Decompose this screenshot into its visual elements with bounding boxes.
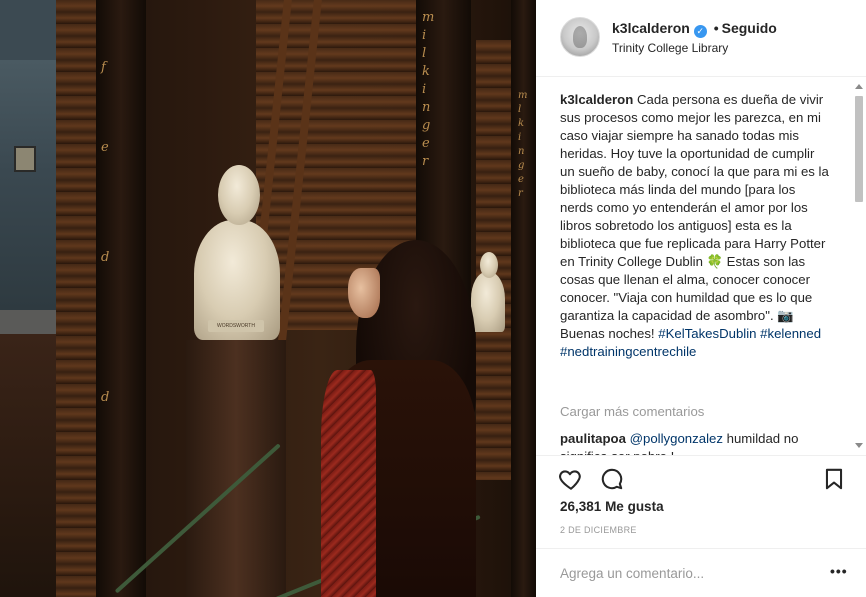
bookmark-icon[interactable] — [821, 466, 847, 492]
post-photo[interactable]: f e d d m i l k i n g e r m l k i n g e … — [56, 0, 536, 597]
post-caption: k3lcalderon Cada persona es dueña de viv… — [560, 91, 830, 361]
spine-letter: l — [518, 104, 522, 115]
previous-post-backdrop — [0, 0, 56, 597]
spine-letter: g — [518, 160, 525, 171]
person-face — [348, 268, 380, 318]
header-user-row: k3lcalderon ✓ • Seguido — [612, 20, 777, 38]
post-header: k3lcalderon ✓ • Seguido Trinity College Li… — [536, 0, 866, 77]
heart-icon[interactable] — [558, 466, 584, 492]
marble-bust-distant — [471, 272, 505, 332]
spine-letter: d — [101, 250, 110, 265]
comment-mention[interactable]: @pollygonzalez — [630, 431, 723, 446]
spine-letter: e — [422, 136, 430, 151]
spine-letter: m — [422, 10, 435, 25]
comments-section: k3lcalderon Cada persona es dueña de viv… — [536, 77, 866, 455]
hashtag[interactable]: #KelTakesDublin — [658, 326, 756, 341]
caption-text: Cada persona es dueña de vivir sus proce… — [560, 92, 829, 341]
comment-icon[interactable] — [599, 466, 625, 492]
spine-letter: i — [422, 28, 427, 43]
likes-label: Me gusta — [605, 499, 664, 514]
comment-username[interactable]: paulitapoa — [560, 431, 626, 446]
bust-plaque: WORDSWORTH — [208, 320, 264, 332]
bust-pedestal — [186, 340, 286, 597]
spine-letter: f — [101, 60, 106, 75]
spine-letter: d — [101, 390, 110, 405]
spine-letter: e — [518, 174, 524, 185]
spine-letter: l — [422, 46, 427, 61]
spine-letter: i — [518, 132, 522, 143]
person-scarf — [321, 370, 376, 597]
spine-letter: r — [422, 154, 429, 169]
marble-bust-distant-head — [480, 252, 498, 278]
likes-count[interactable]: 26,381 Me gusta — [560, 499, 664, 514]
spine-letter: k — [518, 118, 525, 129]
location-link[interactable]: Trinity College Library — [612, 41, 728, 55]
add-comment-bar: ••• — [536, 548, 866, 597]
caption-username[interactable]: k3lcalderon — [560, 92, 633, 107]
comment-input[interactable] — [560, 563, 810, 583]
scrollbar-thumb[interactable] — [855, 96, 863, 202]
verified-badge-icon: ✓ — [693, 25, 707, 38]
likes-number: 26,381 — [560, 499, 602, 514]
spine-letter: m — [518, 90, 528, 101]
load-more-comments-button[interactable]: Cargar más comentarios — [560, 404, 704, 419]
spine-letter: n — [422, 100, 431, 115]
hashtag[interactable]: #kelenned — [760, 326, 821, 341]
spine-letter: n — [518, 146, 525, 157]
more-options-icon[interactable]: ••• — [830, 563, 850, 583]
comments-scrollbar[interactable] — [854, 80, 864, 452]
avatar[interactable] — [560, 17, 600, 57]
action-bar — [536, 455, 866, 495]
post-date: 2 DE DICIEMBRE — [560, 525, 637, 535]
hashtag[interactable]: #nedtrainingcentrechile — [560, 344, 696, 359]
spine-letter: e — [101, 140, 109, 155]
scroll-down-icon[interactable] — [855, 443, 863, 448]
post-details-panel: k3lcalderon ✓ • Seguido Trinity College Li… — [536, 0, 866, 597]
separator: • — [713, 20, 719, 36]
following-button[interactable]: Seguido — [722, 20, 777, 36]
spine-letter: g — [422, 118, 431, 133]
marble-bust-head — [218, 165, 260, 225]
comment-item: paulitapoa @pollygonzalez humildad no si… — [560, 430, 830, 455]
spine-letter: i — [422, 82, 427, 97]
spine-letter: k — [422, 64, 430, 79]
scroll-up-icon[interactable] — [855, 84, 863, 89]
header-username[interactable]: k3lcalderon — [612, 20, 690, 36]
spine-letter: r — [518, 188, 523, 199]
